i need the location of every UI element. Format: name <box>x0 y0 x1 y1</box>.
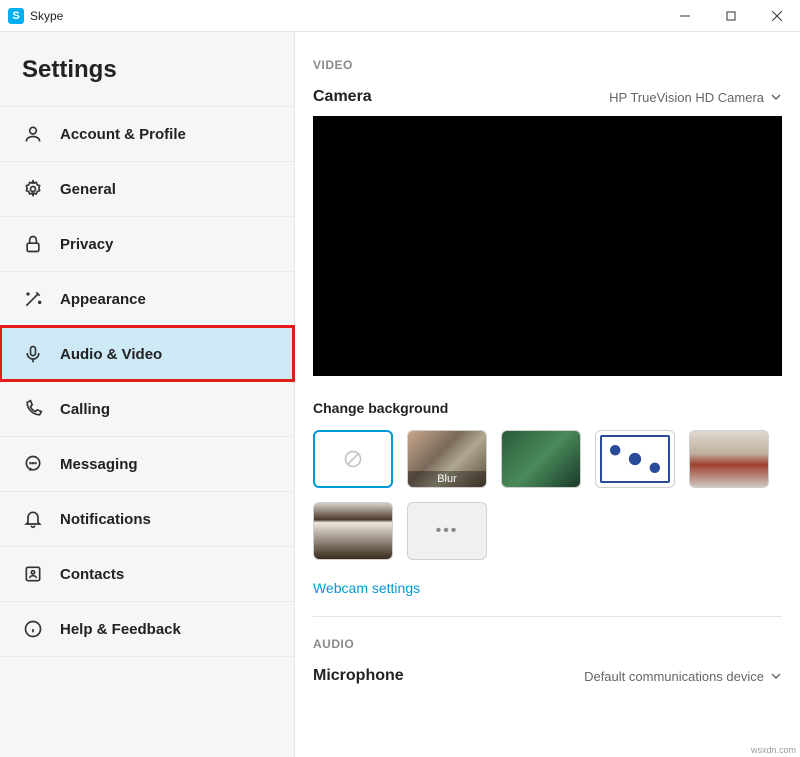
sidebar-item-notifications[interactable]: Notifications <box>0 491 294 546</box>
sidebar-item-messaging[interactable]: Messaging <box>0 436 294 491</box>
app-icon-letter: S <box>12 10 19 22</box>
bg-option-image-1[interactable] <box>501 430 581 488</box>
video-section-label: VIDEO <box>313 58 782 72</box>
sidebar-item-privacy[interactable]: Privacy <box>0 216 294 271</box>
chevron-down-icon <box>770 91 782 103</box>
person-icon <box>22 123 44 145</box>
camera-device-value: HP TrueVision HD Camera <box>609 90 764 105</box>
chevron-down-icon <box>770 670 782 682</box>
sidebar-item-label: Audio & Video <box>60 346 162 363</box>
bg-option-image-3[interactable] <box>689 430 769 488</box>
sidebar-item-calling[interactable]: Calling <box>0 381 294 436</box>
sidebar-item-label: Account & Profile <box>60 126 186 143</box>
minimize-button[interactable] <box>662 0 708 32</box>
camera-row: Camera HP TrueVision HD Camera <box>313 88 782 106</box>
camera-dropdown[interactable]: HP TrueVision HD Camera <box>609 90 782 105</box>
sidebar-item-label: Calling <box>60 401 110 418</box>
microphone-label: Microphone <box>313 667 404 685</box>
divider <box>313 616 782 617</box>
sidebar-item-label: Help & Feedback <box>60 621 181 638</box>
chat-icon <box>22 453 44 475</box>
wand-icon <box>22 288 44 310</box>
lock-icon <box>22 233 44 255</box>
window-controls <box>662 0 800 32</box>
settings-title: Settings <box>0 46 294 106</box>
app-title: Skype <box>30 9 63 23</box>
sidebar-item-help[interactable]: Help & Feedback <box>0 601 294 657</box>
sidebar-item-audio-video[interactable]: Audio & Video <box>0 326 294 381</box>
phone-icon <box>22 398 44 420</box>
main-area: Settings Account & Profile General Priva… <box>0 32 800 757</box>
sidebar-item-appearance[interactable]: Appearance <box>0 271 294 326</box>
sidebar-item-label: General <box>60 181 116 198</box>
microphone-dropdown[interactable]: Default communications device <box>584 669 782 684</box>
camera-label: Camera <box>313 88 372 106</box>
sidebar-item-label: Messaging <box>60 456 138 473</box>
bg-option-more[interactable]: ••• <box>407 502 487 560</box>
sidebar-item-label: Appearance <box>60 291 146 308</box>
blur-label: Blur <box>408 471 486 487</box>
maximize-button[interactable] <box>708 0 754 32</box>
close-button[interactable] <box>754 0 800 32</box>
webcam-settings-link[interactable]: Webcam settings <box>313 580 420 596</box>
background-grid: Blur ••• <box>313 430 782 560</box>
sidebar: Settings Account & Profile General Priva… <box>0 32 295 757</box>
app-icon: S <box>8 8 24 24</box>
sidebar-item-contacts[interactable]: Contacts <box>0 546 294 601</box>
sidebar-item-label: Notifications <box>60 511 151 528</box>
sidebar-item-label: Contacts <box>60 566 124 583</box>
watermark: wsxdn.com <box>751 745 796 755</box>
microphone-device-value: Default communications device <box>584 669 764 684</box>
change-background-label: Change background <box>313 400 782 416</box>
audio-section-label: AUDIO <box>313 637 782 651</box>
sidebar-item-label: Privacy <box>60 236 113 253</box>
close-icon <box>772 11 782 21</box>
contacts-icon <box>22 563 44 585</box>
camera-preview <box>313 116 782 376</box>
sidebar-item-general[interactable]: General <box>0 161 294 216</box>
bg-option-image-4[interactable] <box>313 502 393 560</box>
content-panel: VIDEO Camera HP TrueVision HD Camera Cha… <box>295 32 800 757</box>
mic-icon <box>22 343 44 365</box>
info-icon <box>22 618 44 640</box>
minimize-icon <box>680 11 690 21</box>
gear-icon <box>22 178 44 200</box>
bg-option-none[interactable] <box>313 430 393 488</box>
titlebar: S Skype <box>0 0 800 32</box>
none-icon <box>343 449 363 469</box>
sidebar-item-account[interactable]: Account & Profile <box>0 106 294 161</box>
maximize-icon <box>726 11 736 21</box>
bg-option-blur[interactable]: Blur <box>407 430 487 488</box>
microphone-row: Microphone Default communications device <box>313 667 782 685</box>
bell-icon <box>22 508 44 530</box>
bg-option-image-2[interactable] <box>595 430 675 488</box>
